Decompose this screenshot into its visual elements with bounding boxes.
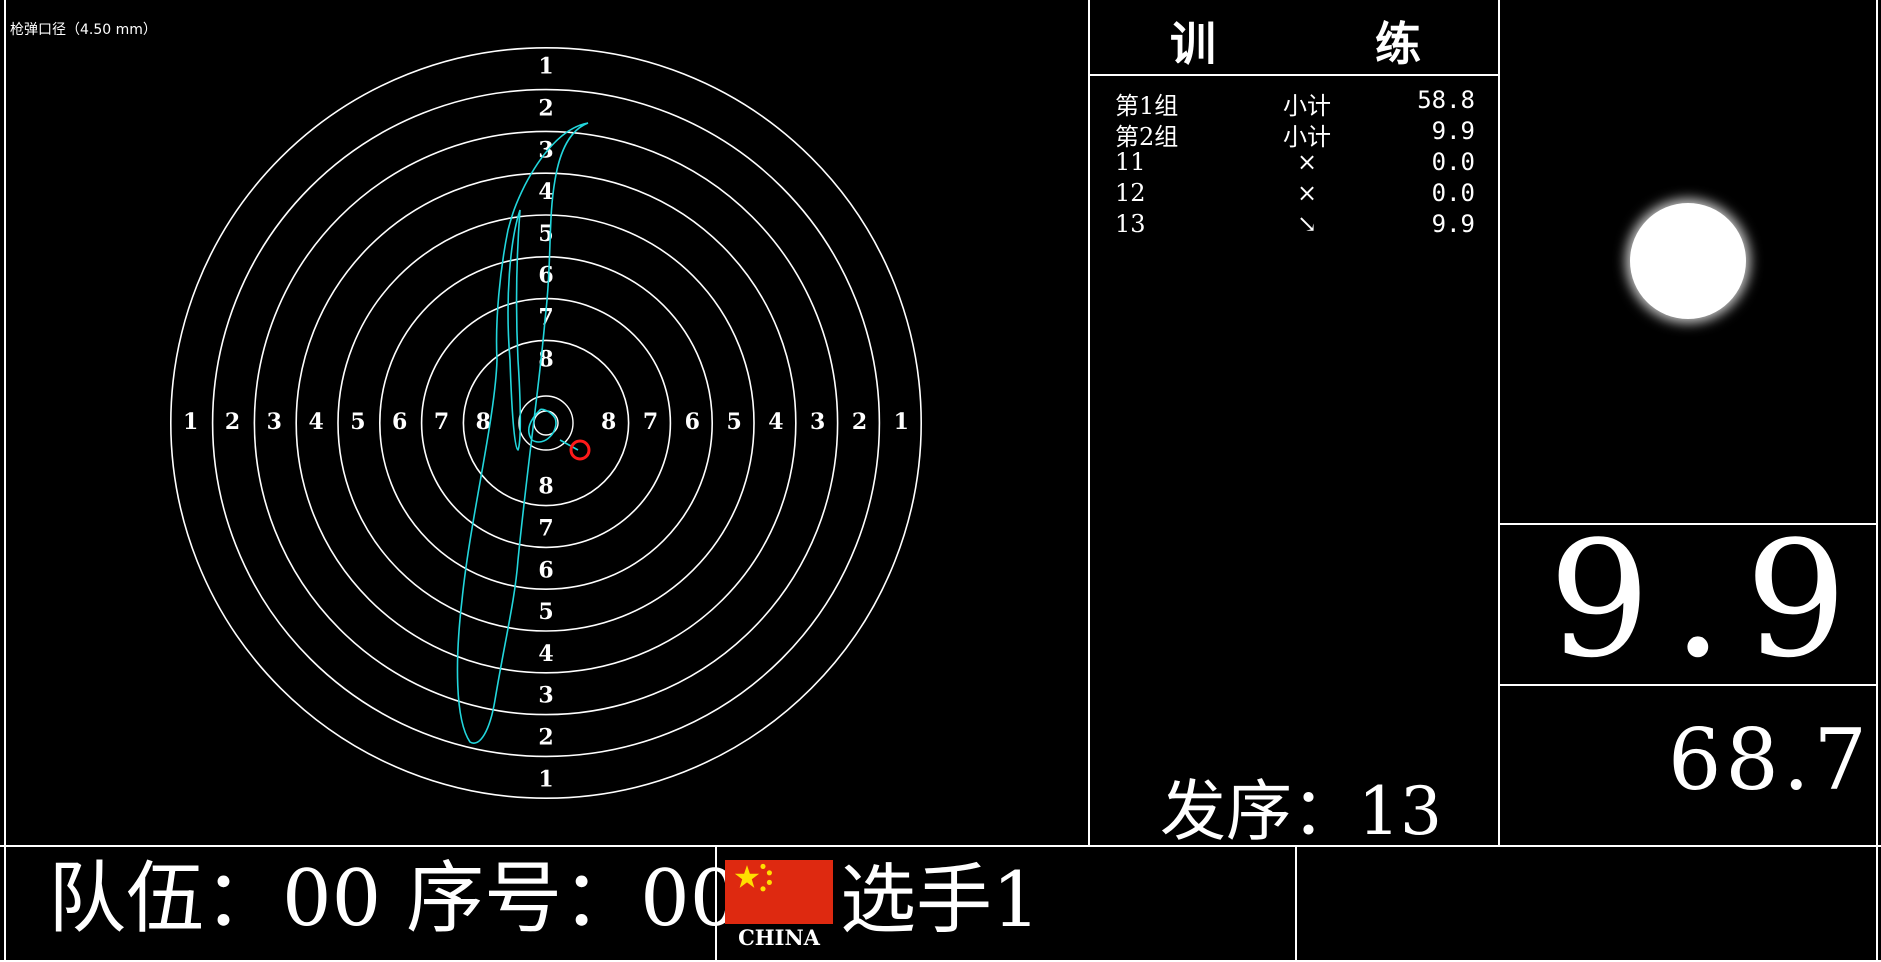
score-row-mark: 小计 [1283,92,1331,120]
score-row-label: 11 [1115,148,1146,176]
ring-number-label: 7 [643,409,658,435]
score-row-mark: 小计 [1283,123,1331,151]
total-score: 68.7 [1667,711,1871,809]
target-ring [295,172,797,674]
target-face: 123456781 2 3 4 5 6 7 8 8 7 6 5 4 3 2 187654321 [169,46,923,800]
divider [0,845,1881,847]
china-flag-icon [725,860,833,924]
ring-number-label: 3 [267,409,282,435]
divider [1295,846,1297,962]
ring-number-label: 8 [601,409,616,435]
target-panel: 枪弹口径（4.50 mm） 12345678123456788765432187… [0,0,1088,845]
number-label: 序号： [406,854,641,944]
mode-title: 训 练 [1090,8,1498,71]
score-row-mark: × [1296,148,1318,176]
flag-country-label: CHINA [738,925,820,950]
divider [1498,0,1500,846]
last-shot-score: 9.9 [1548,506,1869,693]
divider [1090,74,1498,76]
score-row-mark: × [1296,179,1318,207]
ring-number-label: 6 [538,557,553,583]
divider [1876,0,1878,962]
ring-number-label: 2 [538,96,553,122]
mode-title-char-2: 练 [1375,17,1421,71]
score-row-value: 0.0 [1431,179,1475,207]
score-row: 第1组 小计 58.8 [1115,86,1475,120]
ring-number-label: 6 [392,409,407,435]
team-label: 队伍： [48,854,283,944]
ring-number-label: 5 [726,409,741,435]
ring-number-label: 1 [538,54,553,80]
score-row: 12 × 0.0 [1115,179,1475,210]
ring-number-label: 4 [308,409,323,435]
score-row: 13 ↘ 9.9 [1115,210,1475,241]
score-row-label: 12 [1115,179,1146,207]
status-light-indicator [1630,203,1746,319]
ring-number-label: 1 [894,409,909,435]
team-info: 队伍：00 序号：00 [48,860,739,938]
ring-number-label: 4 [538,641,553,667]
ring-number-label: 7 [538,516,553,542]
score-row-value: 0.0 [1431,148,1475,176]
ring-number-label: 6 [538,263,553,289]
shot-sequence: 发序：13 [1160,758,1442,854]
ring-number-label: 4 [768,409,783,435]
ring-number-label: 3 [810,409,825,435]
ring-number-label: 1 [183,409,198,435]
ring-number-label: 2 [225,409,240,435]
ring-number-label: 5 [350,409,365,435]
ring-number-label: 7 [434,409,449,435]
score-row: 11 × 0.0 [1115,148,1475,179]
score-row-label: 第2组 [1115,123,1179,151]
divider [1088,0,1090,846]
score-row-label: 13 [1115,210,1146,238]
score-row-value: 58.8 [1417,86,1475,114]
player-name: 选手1 [840,855,1041,944]
score-list: 第1组 小计 58.8 第2组 小计 9.9 11 × 0.0 12 × 0.0… [1115,86,1475,241]
ring-number-label: 3 [538,683,553,709]
team-value: 00 [282,854,382,944]
score-row-value: 9.9 [1431,117,1475,145]
ring-number-label: 2 [538,725,553,751]
mode-title-char-1: 训 [1170,17,1216,71]
divider [4,0,6,962]
ring-number-label: 6 [685,409,700,435]
score-row-mark: ↘ [1296,210,1318,238]
score-row: 第2组 小计 9.9 [1115,117,1475,151]
ring-number-label: 2 [852,409,867,435]
shot-sequence-label: 发序： [1160,773,1358,850]
ring-number-label: 8 [538,474,553,500]
score-row-label: 第1组 [1115,92,1179,120]
ring-number-label: 4 [538,179,553,205]
target-ring [253,130,839,716]
shot-sequence-value: 13 [1358,773,1442,850]
score-row-value: 9.9 [1431,210,1475,238]
ring-number-label: 1 [538,766,553,792]
ring-number-label: 5 [538,599,553,625]
target-ring [420,297,672,549]
shot-hit-marker [569,439,591,461]
